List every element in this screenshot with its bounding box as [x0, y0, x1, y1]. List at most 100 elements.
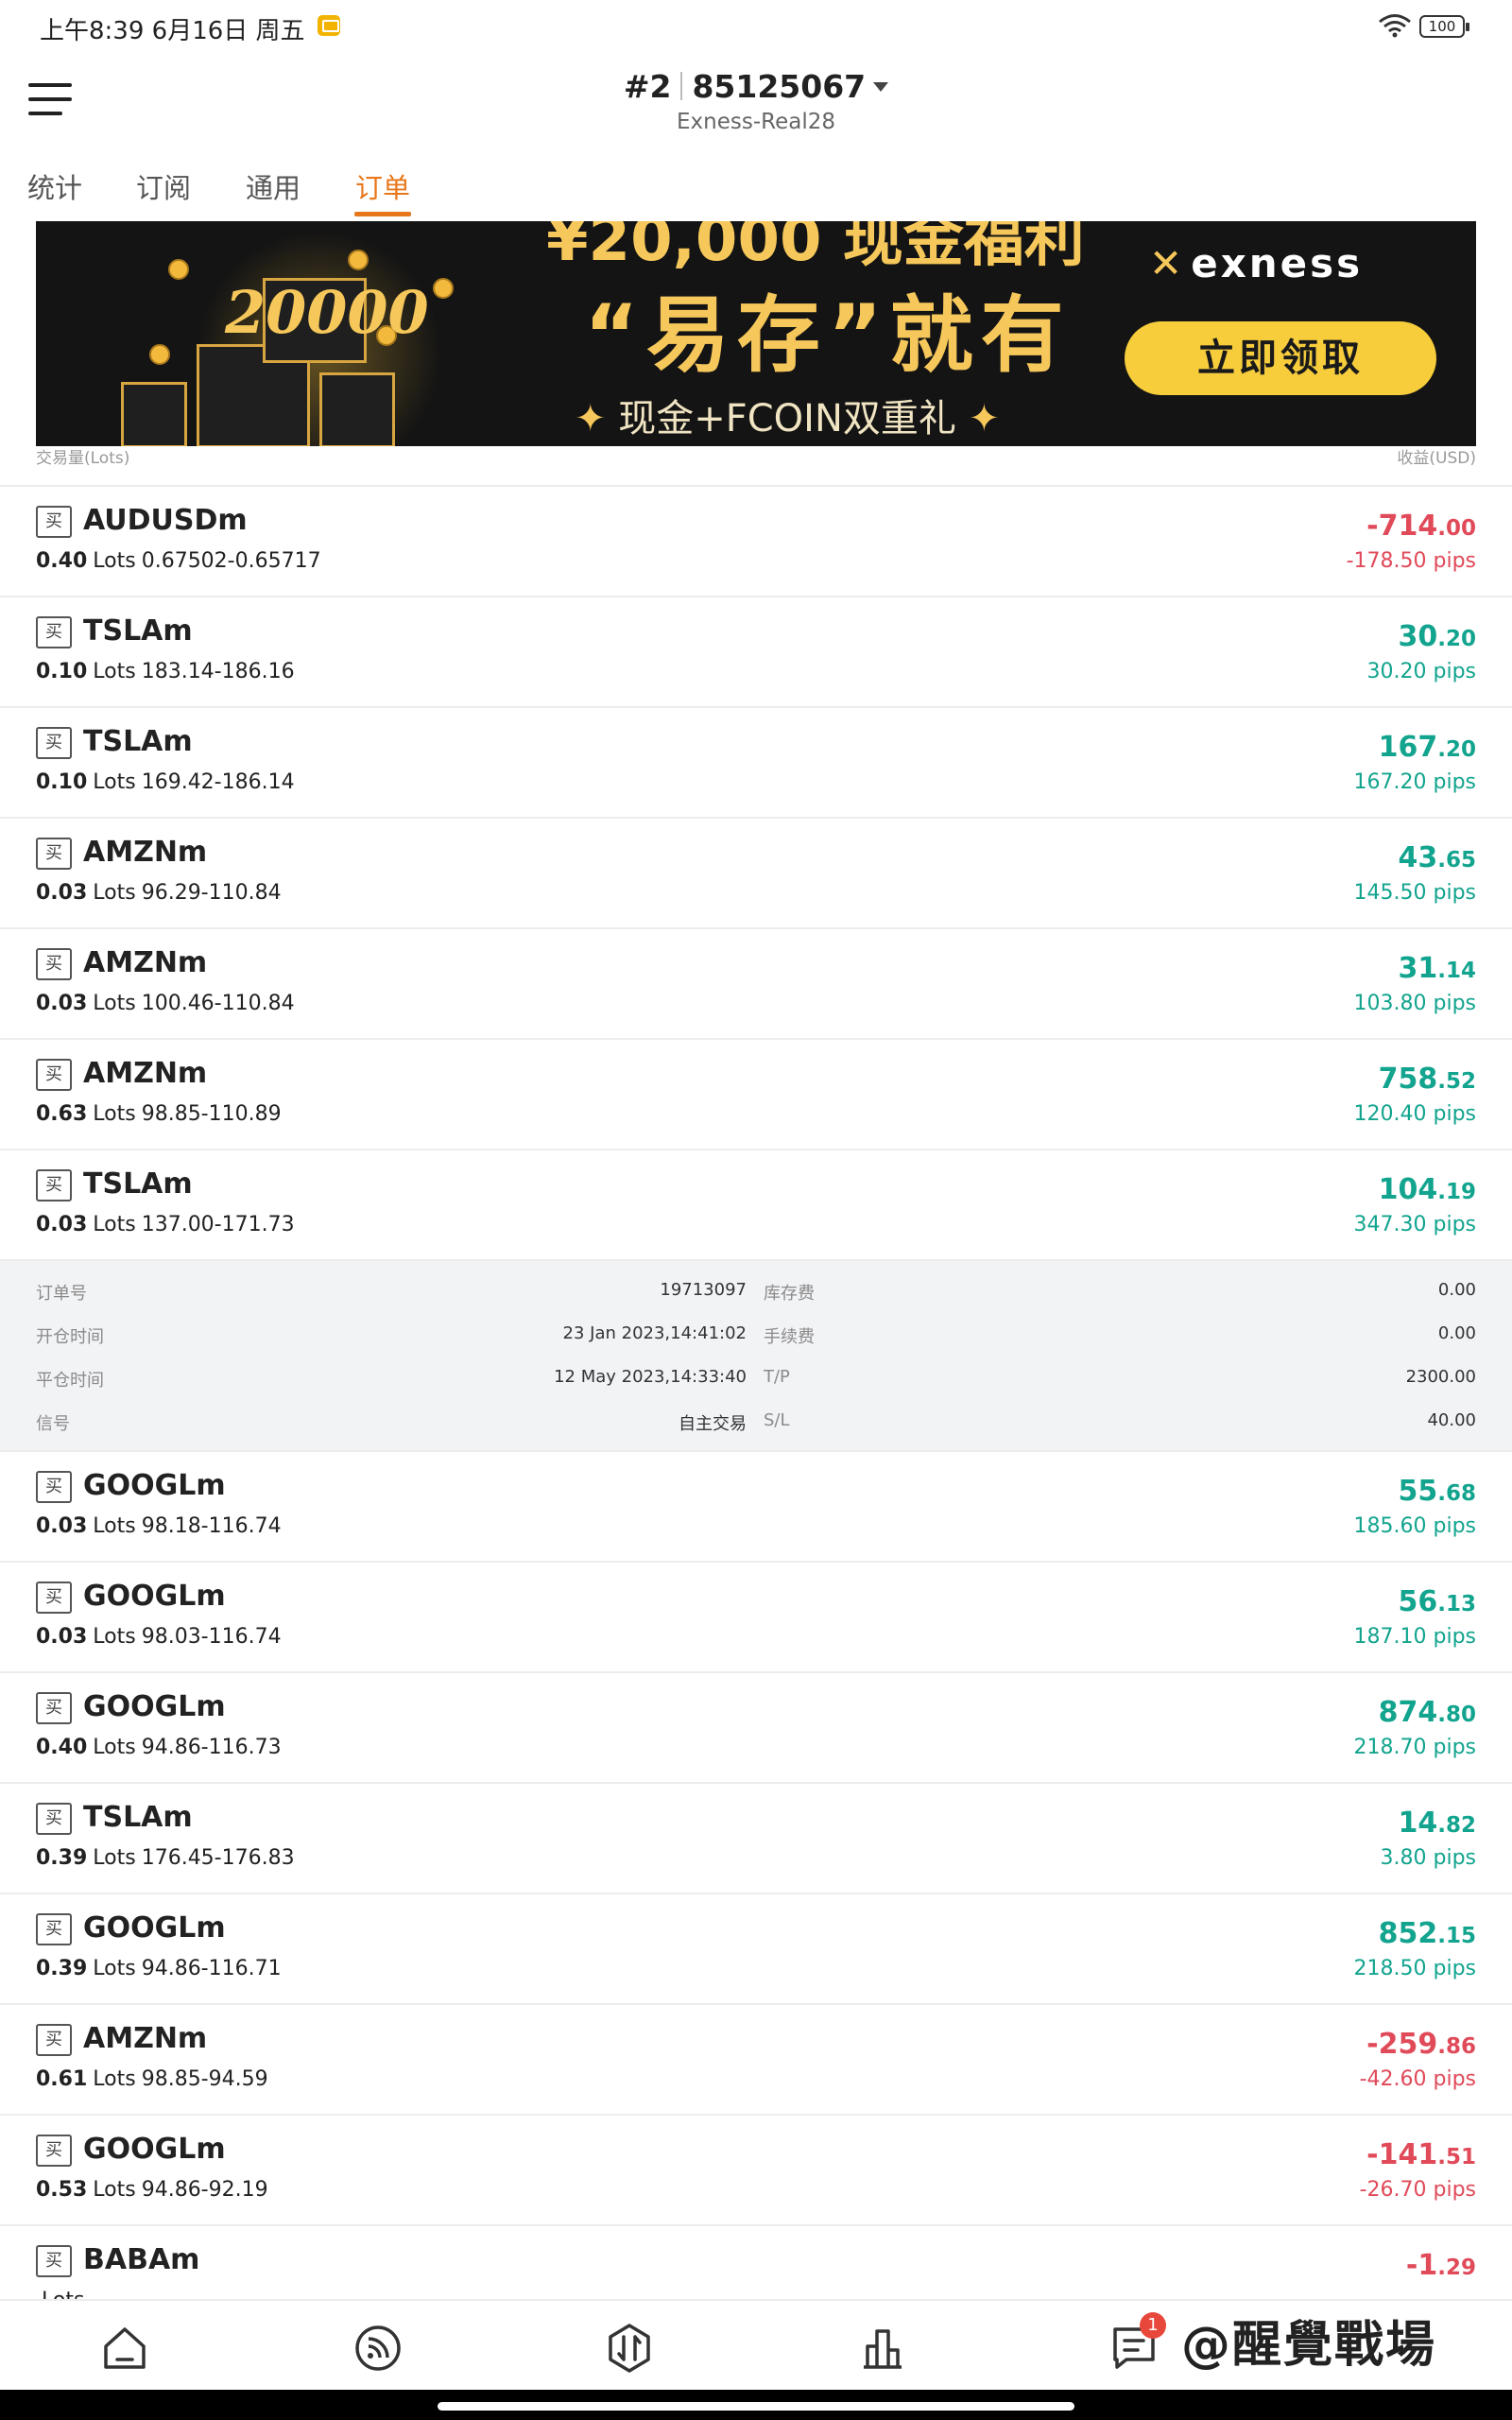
- order-lots: 0.39: [36, 1846, 88, 1870]
- buy-badge: 买: [36, 1803, 72, 1835]
- order-symbol: TSLAm: [83, 1167, 193, 1201]
- order-lots-line: 0.03 Lots 98.03-116.74: [36, 1625, 282, 1649]
- order-number-label: 订单号: [36, 1284, 87, 1304]
- order-lots: 0.53: [36, 2178, 88, 2202]
- order-price-range: 98.03-116.74: [141, 1625, 282, 1649]
- order-price-range: 0.67502-0.65717: [141, 549, 321, 573]
- close-time-value: 12 May 2023,14:33:40: [554, 1367, 747, 1387]
- order-profit-integer: 852: [1378, 1917, 1438, 1950]
- order-pips: 103.80 pips: [1353, 992, 1476, 1015]
- order-lots: 0.63: [36, 1102, 88, 1126]
- order-lots: 0.10: [36, 660, 88, 683]
- order-row[interactable]: 买 AMZNm 0.03 Lots 100.46-110.84 31.14 103.80 p…: [0, 929, 1512, 1040]
- order-lots-line: 0.63 Lots 98.85-110.89: [36, 1102, 282, 1126]
- lots-unit: Lots: [93, 2067, 136, 2091]
- order-row[interactable]: 买 AUDUSDm 0.40 Lots 0.67502-0.65717 -714.00 -1…: [0, 487, 1512, 597]
- tab-subscriptions[interactable]: 订阅: [136, 166, 191, 206]
- order-profit: 31.14: [1399, 952, 1477, 985]
- close-time-label: 平仓时间: [36, 1371, 104, 1391]
- gift-box: [319, 372, 395, 446]
- take-profit-label: T/P: [764, 1367, 790, 1387]
- lots-unit: Lots: [93, 992, 136, 1015]
- order-lots: 0.61: [36, 2067, 88, 2091]
- order-profit-integer: 167: [1378, 731, 1438, 764]
- trade-icon[interactable]: [603, 2322, 656, 2375]
- order-row[interactable]: 买 AMZNm 0.61 Lots 98.85-94.59 -259.86 -42.60 p…: [0, 2005, 1512, 2116]
- exness-mark-icon: ✕: [1149, 240, 1186, 286]
- order-lots-line: 0.61 Lots 98.85-94.59: [36, 2067, 268, 2091]
- order-profit: 167.20: [1379, 731, 1476, 764]
- order-profit-integer: -1: [1405, 2249, 1438, 2282]
- order-pips: -42.60 pips: [1359, 2067, 1476, 2091]
- order-profit: 55.68: [1399, 1475, 1477, 1508]
- sparkle-icon: ✦: [955, 397, 1001, 441]
- account-selector[interactable]: #2 85125067: [0, 68, 1512, 105]
- order-symbol: TSLAm: [83, 614, 193, 648]
- lots-unit: Lots: [93, 1514, 136, 1538]
- order-pips: 187.10 pips: [1353, 1625, 1476, 1649]
- order-row[interactable]: 买 AMZNm 0.03 Lots 96.29-110.84 43.65 145.50 pi…: [0, 819, 1512, 929]
- order-profit-decimal: .80: [1437, 1703, 1476, 1727]
- order-profit-decimal: .14: [1437, 959, 1476, 983]
- order-row[interactable]: 买 GOOGLm 0.53 Lots 94.86-92.19 -141.51 -26.70 …: [0, 2116, 1512, 2226]
- order-lots: 0.40: [36, 1736, 88, 1759]
- buy-badge: 买: [36, 2135, 72, 2167]
- lots-unit: Lots: [93, 1625, 136, 1649]
- gesture-bar: [0, 2390, 1512, 2420]
- exness-logo: ✕ exness: [1149, 240, 1363, 286]
- order-profit: -141.51: [1366, 2138, 1476, 2171]
- promo-banner[interactable]: 20000 ¥20,000 现金福利 “易存”就有 ✦ 现金+FCOIN双重礼 …: [36, 221, 1476, 446]
- commission-value: 0.00: [1437, 1323, 1476, 1343]
- coin-icon: [168, 259, 189, 280]
- account-prefix: #2: [623, 68, 672, 105]
- order-row[interactable]: 买 TSLAm 0.10 Lots 183.14-186.16 30.20 30.20 pi…: [0, 597, 1512, 708]
- order-profit: -714.00: [1366, 510, 1476, 543]
- order-profit: 852.15: [1379, 1917, 1476, 1950]
- order-row[interactable]: 买 GOOGLm 0.40 Lots 94.86-116.73 874.80 218.70 …: [0, 1673, 1512, 1784]
- tab-general[interactable]: 通用: [246, 166, 301, 206]
- order-row[interactable]: 买 GOOGLm 0.03 Lots 98.03-116.74 56.13 187.10 p…: [0, 1563, 1512, 1673]
- buy-badge: 买: [36, 1913, 72, 1945]
- order-price-range: 183.14-186.16: [141, 660, 295, 683]
- order-number-value: 19713097: [660, 1280, 747, 1300]
- order-pips: 218.50 pips: [1353, 1957, 1476, 1980]
- order-profit-integer: 30: [1398, 620, 1438, 653]
- order-pips: 167.20 pips: [1353, 770, 1476, 794]
- lots-unit: Lots: [93, 660, 136, 683]
- order-row[interactable]: 买 AMZNm 0.63 Lots 98.85-110.89 758.52 120.40 p…: [0, 1040, 1512, 1150]
- ranking-chart-icon[interactable]: [856, 2322, 909, 2375]
- order-profit: 758.52: [1379, 1063, 1476, 1096]
- app-header: #2 85125067 Exness-Real28: [0, 57, 1512, 151]
- order-row[interactable]: 买 TSLAm 0.10 Lots 169.42-186.14 167.20 167.20 …: [0, 708, 1512, 819]
- status-time: 上午8:39 6月16日 周五: [40, 17, 305, 45]
- order-row[interactable]: 买 TSLAm 0.39 Lots 176.45-176.83 14.82 3.80 pip…: [0, 1784, 1512, 1894]
- home-icon[interactable]: [98, 2322, 151, 2375]
- order-price-range: 176.45-176.83: [141, 1846, 295, 1870]
- order-row[interactable]: 买 GOOGLm 0.03 Lots 98.18-116.74 55.68 185.60 p…: [0, 1452, 1512, 1563]
- signal-value: 自主交易: [679, 1414, 747, 1434]
- brand-name: exness: [1191, 240, 1364, 286]
- tab-statistics[interactable]: 统计: [27, 166, 82, 206]
- order-profit-integer: -714: [1366, 510, 1438, 543]
- lots-unit: Lots: [93, 2178, 136, 2202]
- order-profit: 43.65: [1399, 841, 1477, 874]
- stop-loss-value: 40.00: [1427, 1410, 1476, 1430]
- banner-subline-text: 现金+FCOIN双重礼: [618, 397, 956, 441]
- claim-now-button[interactable]: 立即领取: [1125, 321, 1436, 395]
- buy-badge: 买: [36, 1059, 72, 1091]
- order-symbol: AUDUSDm: [83, 504, 248, 537]
- order-symbol: AMZNm: [83, 946, 208, 979]
- order-price-range: 94.86-92.19: [141, 2178, 268, 2202]
- order-symbol: AMZNm: [83, 2022, 208, 2055]
- tab-orders[interactable]: 订单: [355, 166, 410, 206]
- banner-subline: ✦ 现金+FCOIN双重礼 ✦: [575, 388, 1000, 442]
- order-symbol: TSLAm: [83, 1801, 193, 1834]
- order-pips: -26.70 pips: [1359, 2178, 1476, 2202]
- order-row[interactable]: 买 GOOGLm 0.39 Lots 94.86-116.71 852.15 218.50 …: [0, 1894, 1512, 2005]
- feed-icon[interactable]: [352, 2322, 404, 2375]
- order-price-range: 100.46-110.84: [141, 992, 295, 1015]
- order-row[interactable]: 买 TSLAm 0.03 Lots 137.00-171.73 104.19 347.30 …: [0, 1150, 1512, 1261]
- order-lots-line: 0.53 Lots 94.86-92.19: [36, 2178, 268, 2202]
- order-profit-integer: 104: [1378, 1173, 1438, 1206]
- home-indicator[interactable]: [438, 2402, 1074, 2411]
